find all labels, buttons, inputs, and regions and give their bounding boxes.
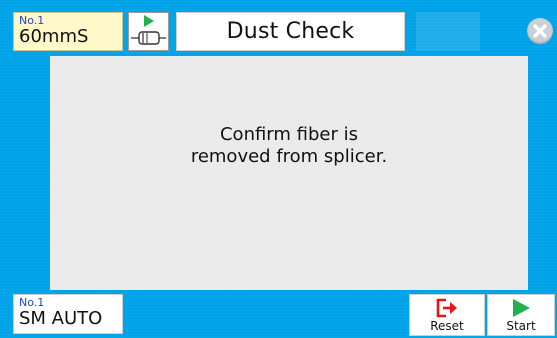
close-button[interactable] — [527, 18, 553, 44]
reset-label: Reset — [430, 319, 464, 333]
message-panel: Confirm fiber is removed from splicer. — [50, 56, 528, 290]
title-bar: Dust Check — [176, 12, 405, 51]
message-text: Confirm fiber is removed from splicer. — [50, 124, 528, 168]
blank-slot — [416, 12, 480, 51]
screen: No.1 60mmS Dust Check Confirm fiber is r… — [0, 0, 557, 338]
page-title: Dust Check — [226, 19, 355, 44]
start-button[interactable]: Start — [487, 294, 555, 336]
reset-button[interactable]: Reset — [409, 294, 485, 336]
splice-mode-selector[interactable]: No.1 SM AUTO — [13, 294, 123, 334]
fiber-splice-icon — [131, 15, 166, 45]
start-label: Start — [506, 319, 536, 333]
splice-mode-button[interactable] — [128, 12, 169, 51]
program-value: 60mmS — [19, 26, 89, 47]
play-icon — [513, 299, 530, 317]
message-line-2: removed from splicer. — [190, 146, 388, 167]
program-selector[interactable]: No.1 60mmS — [13, 12, 123, 51]
close-icon — [533, 24, 547, 38]
reset-exit-icon — [436, 298, 457, 318]
message-line-1: Confirm fiber is — [219, 124, 358, 145]
mode-value: SM AUTO — [19, 308, 103, 329]
